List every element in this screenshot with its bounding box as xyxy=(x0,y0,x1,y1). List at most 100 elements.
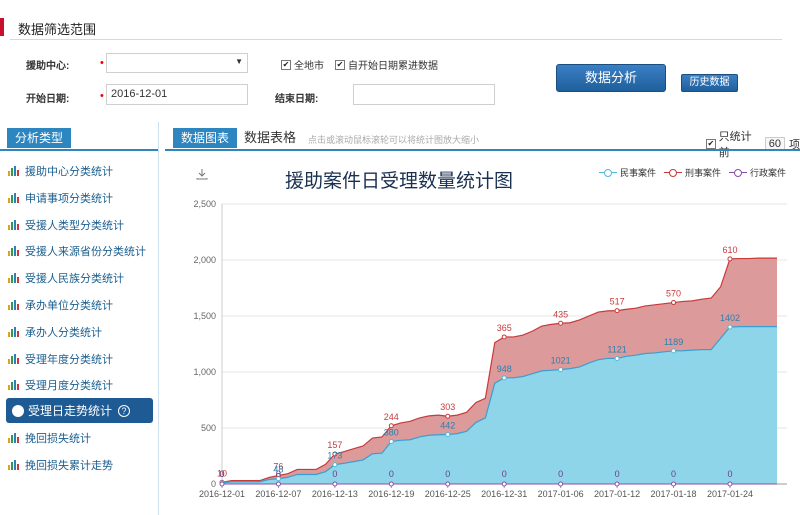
sidebar-item[interactable]: 援助中心分类统计 xyxy=(8,162,113,180)
data-label: 570 xyxy=(666,289,681,299)
sidebar-item[interactable]: 受理月度分类统计 xyxy=(8,376,113,394)
bar-chart-icon xyxy=(8,246,20,257)
data-point xyxy=(275,481,281,487)
data-point xyxy=(501,481,507,487)
bar-chart-icon xyxy=(8,380,20,391)
data-label: 1121 xyxy=(607,344,626,354)
data-label: 0 xyxy=(445,469,450,479)
zoom-hint: 点击或滚动鼠标滚轮可以将统计图放大缩小 xyxy=(308,135,480,145)
header-accent-bar xyxy=(0,18,4,36)
section-title: 数据筛选范围 xyxy=(18,22,97,37)
bar-chart-icon xyxy=(8,353,20,364)
data-label: 303 xyxy=(440,402,455,412)
data-label: 244 xyxy=(384,412,399,422)
data-point xyxy=(445,413,451,419)
sidebar-item[interactable]: 受援人民族分类统计 xyxy=(8,269,124,287)
chart-container[interactable]: 援助案件日受理数量统计图 民事案件 刑事案件 行政案件 0 500 1,000 1,500… xyxy=(165,152,800,515)
data-point xyxy=(501,334,507,340)
sidebar-item[interactable]: 受理年度分类统计 xyxy=(8,350,113,368)
start-date-input[interactable]: 2016-12-01 xyxy=(106,84,248,105)
data-point xyxy=(332,481,338,487)
data-label: 1402 xyxy=(720,313,740,323)
filter-panel: 援助中心: • ▼ ✔ 全地市 ✔ 自开始日期累进数据 开始日期: • 2016… xyxy=(0,40,800,120)
data-label: 0 xyxy=(558,469,563,479)
sidebar-item[interactable]: 受援人类型分类统计 xyxy=(8,216,124,234)
bar-chart-icon xyxy=(8,219,20,230)
data-label: 380 xyxy=(384,427,399,437)
data-label: 0 xyxy=(671,469,676,479)
all-city-checkbox[interactable]: ✔ 全地市 xyxy=(281,57,324,72)
data-label: 0 xyxy=(727,469,732,479)
bar-chart-icon xyxy=(8,192,20,203)
sidebar-item-label: 承办单位分类统计 xyxy=(25,300,113,312)
data-label: 1021 xyxy=(551,356,571,366)
center-label: 援助中心: xyxy=(26,61,70,72)
y-tick-label: 0 xyxy=(211,479,216,489)
pie-chart-icon xyxy=(12,404,24,417)
all-city-label: 全地市 xyxy=(294,61,324,72)
analyze-button[interactable]: 数据分析 xyxy=(556,64,666,92)
center-select[interactable]: ▼ xyxy=(106,53,248,73)
x-tick-label: 2016-12-25 xyxy=(425,489,471,499)
y-tick-label: 500 xyxy=(201,423,216,433)
data-label: 1189 xyxy=(664,337,683,347)
checkbox-check-icon: ✔ xyxy=(281,59,291,70)
sidebar-item-daily-trend[interactable]: 受理日走势统计 ? xyxy=(6,398,153,423)
y-tick-label: 1,000 xyxy=(193,367,216,377)
data-label: 157 xyxy=(327,440,342,450)
cumulative-checkbox[interactable]: ✔ 自开始日期累进数据 xyxy=(335,57,438,72)
x-tick-label: 2017-01-24 xyxy=(707,489,753,499)
data-point xyxy=(501,375,507,381)
x-tick-label: 2016-12-13 xyxy=(312,489,358,499)
sidebar-item-label: 受援人民族分类统计 xyxy=(25,273,124,286)
sidebar-item[interactable]: 承办人分类统计 xyxy=(8,323,102,341)
history-button[interactable]: 历史数据 xyxy=(681,74,738,92)
y-tick-label: 2,000 xyxy=(193,255,216,265)
data-point xyxy=(614,308,620,314)
sidebar-item-label: 援助中心分类统计 xyxy=(25,166,113,178)
top-n-checkbox[interactable]: ✔ xyxy=(706,139,716,149)
bar-chart-icon xyxy=(8,326,20,337)
sidebar-item[interactable]: 承办单位分类统计 xyxy=(8,296,113,314)
data-label: 173 xyxy=(327,451,342,461)
data-point xyxy=(332,462,338,468)
x-tick-label: 2017-01-06 xyxy=(538,489,584,499)
start-date-label: 开始日期: xyxy=(26,94,70,105)
data-label: 0 xyxy=(389,469,394,479)
data-label: 610 xyxy=(722,245,737,255)
help-icon[interactable]: ? xyxy=(118,404,131,417)
sidebar-item[interactable]: 挽回损失统计 xyxy=(8,429,91,447)
sidebar-item-label: 受理月度分类统计 xyxy=(25,380,113,393)
sidebar-item[interactable]: 受援人来源省份分类统计 xyxy=(8,242,146,260)
sidebar-item-label: 受援人来源省份分类统计 xyxy=(25,246,146,259)
data-point xyxy=(671,348,677,354)
filter-section-header: 数据筛选范围 xyxy=(0,0,800,40)
x-tick-label: 2017-01-18 xyxy=(651,489,697,499)
bar-chart-icon xyxy=(8,300,20,310)
x-tick-label: 2016-12-01 xyxy=(199,489,245,499)
main-divider xyxy=(165,149,800,151)
data-point xyxy=(727,481,733,487)
data-point xyxy=(445,431,451,437)
end-date-input[interactable] xyxy=(353,84,495,105)
data-label: 948 xyxy=(497,364,512,374)
data-label: 442 xyxy=(440,420,455,430)
data-label: 365 xyxy=(497,323,512,333)
sidebar-border xyxy=(158,122,159,515)
sidebar-item[interactable]: 申请事项分类统计 xyxy=(8,189,113,207)
data-label: 0 xyxy=(502,469,507,479)
data-point xyxy=(219,481,225,487)
sidebar-item-label: 挽回损失统计 xyxy=(25,433,91,445)
sidebar-item[interactable]: 挽回损失累计走势 xyxy=(8,456,113,474)
chart-plot[interactable]: 0 500 1,000 1,500 2,000 2,500 2016-12-01 2016-1… xyxy=(165,152,800,515)
tab-table[interactable]: 数据表格 xyxy=(244,128,296,148)
cumulative-label: 自开始日期累进数据 xyxy=(348,61,438,72)
data-point xyxy=(614,481,620,487)
data-point xyxy=(727,256,733,262)
data-point xyxy=(388,481,394,487)
tab-chart[interactable]: 数据图表 xyxy=(173,128,237,148)
data-point xyxy=(388,438,394,444)
sidebar-item-label: 申请事项分类统计 xyxy=(25,192,113,205)
bar-chart-icon xyxy=(8,273,20,284)
data-label: 0 xyxy=(615,469,620,479)
